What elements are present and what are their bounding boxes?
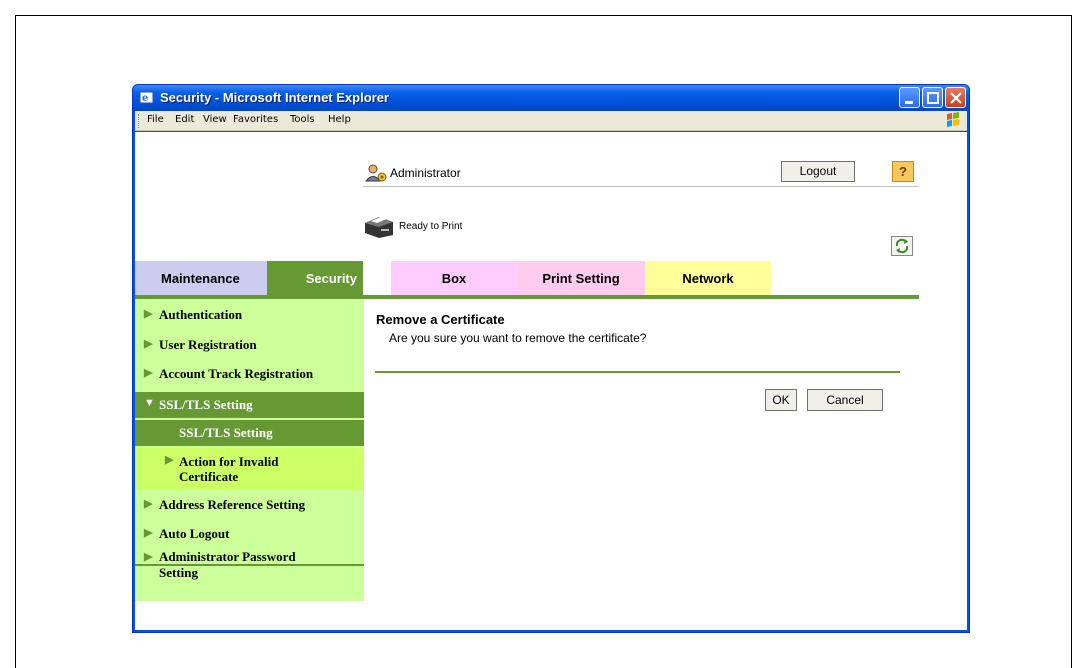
printer-status: Ready to Print: [399, 221, 463, 232]
sidebar-item-administrator-password-setting[interactable]: ▶ Administrator Password Setting: [135, 549, 364, 585]
arrow-right-icon: ▶: [144, 308, 153, 320]
page-title: Remove a Certificate: [376, 312, 505, 327]
menu-favorites[interactable]: Favorites: [233, 114, 278, 125]
sidebar-item-label: User Registration: [159, 337, 257, 352]
confirmation-message: Are you sure you want to remove the cert…: [389, 331, 647, 345]
sidebar-subitem-action-invalid-certificate[interactable]: ▶ Action for Invalid Certificate: [135, 448, 364, 490]
window-title: Security - Microsoft Internet Explorer: [160, 90, 389, 105]
maximize-button[interactable]: [922, 87, 943, 108]
sidebar-item-label: SSL/TLS Setting: [179, 425, 273, 440]
arrow-right-icon: ▶: [144, 367, 153, 379]
sidebar-item-account-track-registration[interactable]: ▶ Account Track Registration: [135, 366, 364, 388]
tab-security[interactable]: Security: [267, 261, 363, 295]
menu-tools[interactable]: Tools: [290, 114, 315, 125]
sidebar-subitem-ssl-tls-setting[interactable]: ▶ SSL/TLS Setting: [135, 420, 364, 446]
sidebar: ▶ Authentication ▶ User Registration ▶ A…: [135, 299, 364, 601]
help-button[interactable]: ?: [892, 161, 914, 182]
arrow-down-icon: ▼: [144, 397, 155, 409]
menu-grip: [138, 114, 141, 128]
sidebar-item-label: Authentication: [159, 307, 243, 322]
content-divider: [375, 371, 900, 373]
menu-help[interactable]: Help: [328, 114, 351, 125]
tab-network[interactable]: Network: [645, 261, 771, 295]
arrow-right-icon: ▶: [165, 426, 174, 438]
sidebar-item-label: Account Track Registration: [159, 366, 314, 381]
tab-maintenance[interactable]: Maintenance: [135, 261, 267, 295]
menu-file[interactable]: File: [147, 114, 164, 125]
arrow-right-icon: ▶: [144, 527, 153, 539]
page-viewport: Administrator Logout ? Ready to Print Ma…: [135, 132, 967, 630]
sidebar-divider: [135, 564, 364, 566]
tab-print-setting[interactable]: Print Setting: [517, 261, 645, 295]
close-icon: [950, 92, 962, 104]
sidebar-item-label: Address Reference Setting: [159, 497, 306, 512]
close-button[interactable]: [945, 87, 966, 108]
browser-window: e Security - Microsoft Internet Explorer…: [132, 84, 970, 633]
menu-view[interactable]: View: [203, 114, 227, 125]
refresh-button[interactable]: [891, 236, 913, 256]
windows-logo-icon: [941, 111, 965, 130]
sidebar-item-auto-logout[interactable]: ▶ Auto Logout: [135, 526, 364, 548]
menu-edit[interactable]: Edit: [175, 114, 194, 125]
sidebar-item-authentication[interactable]: ▶ Authentication: [135, 307, 364, 329]
sidebar-item-address-reference-setting[interactable]: ▶ Address Reference Setting: [135, 497, 364, 519]
arrow-right-icon: ▶: [144, 498, 153, 510]
printer-icon: [365, 217, 393, 238]
sidebar-item-user-registration[interactable]: ▶ User Registration: [135, 337, 364, 359]
arrow-right-icon: ▶: [144, 551, 153, 563]
menu-bar: File Edit View Favorites Tools Help: [135, 111, 967, 131]
ie-icon: e: [139, 91, 154, 104]
sidebar-item-ssl-tls-setting[interactable]: ▼ SSL/TLS Setting: [135, 392, 364, 418]
sidebar-item-label: SSL/TLS Setting: [159, 397, 253, 412]
refresh-icon: [895, 238, 909, 254]
sidebar-item-label: Action for Invalid Certificate: [179, 454, 279, 484]
arrow-right-icon: ▶: [144, 338, 153, 350]
sidebar-item-label: Auto Logout: [159, 526, 230, 541]
logout-button[interactable]: Logout: [781, 161, 855, 182]
arrow-right-icon: ▶: [165, 454, 174, 466]
svg-text:e: e: [142, 93, 148, 104]
minimize-icon: [905, 101, 913, 104]
maximize-icon: [927, 92, 939, 104]
user-label: Administrator: [390, 166, 461, 180]
minimize-button[interactable]: [899, 87, 920, 108]
title-bar: e Security - Microsoft Internet Explorer: [133, 85, 969, 111]
administrator-icon: [365, 164, 387, 182]
cancel-button[interactable]: Cancel: [807, 389, 883, 411]
ok-button[interactable]: OK: [765, 389, 797, 411]
tab-box[interactable]: Box: [391, 261, 517, 295]
header-divider: [363, 186, 919, 187]
